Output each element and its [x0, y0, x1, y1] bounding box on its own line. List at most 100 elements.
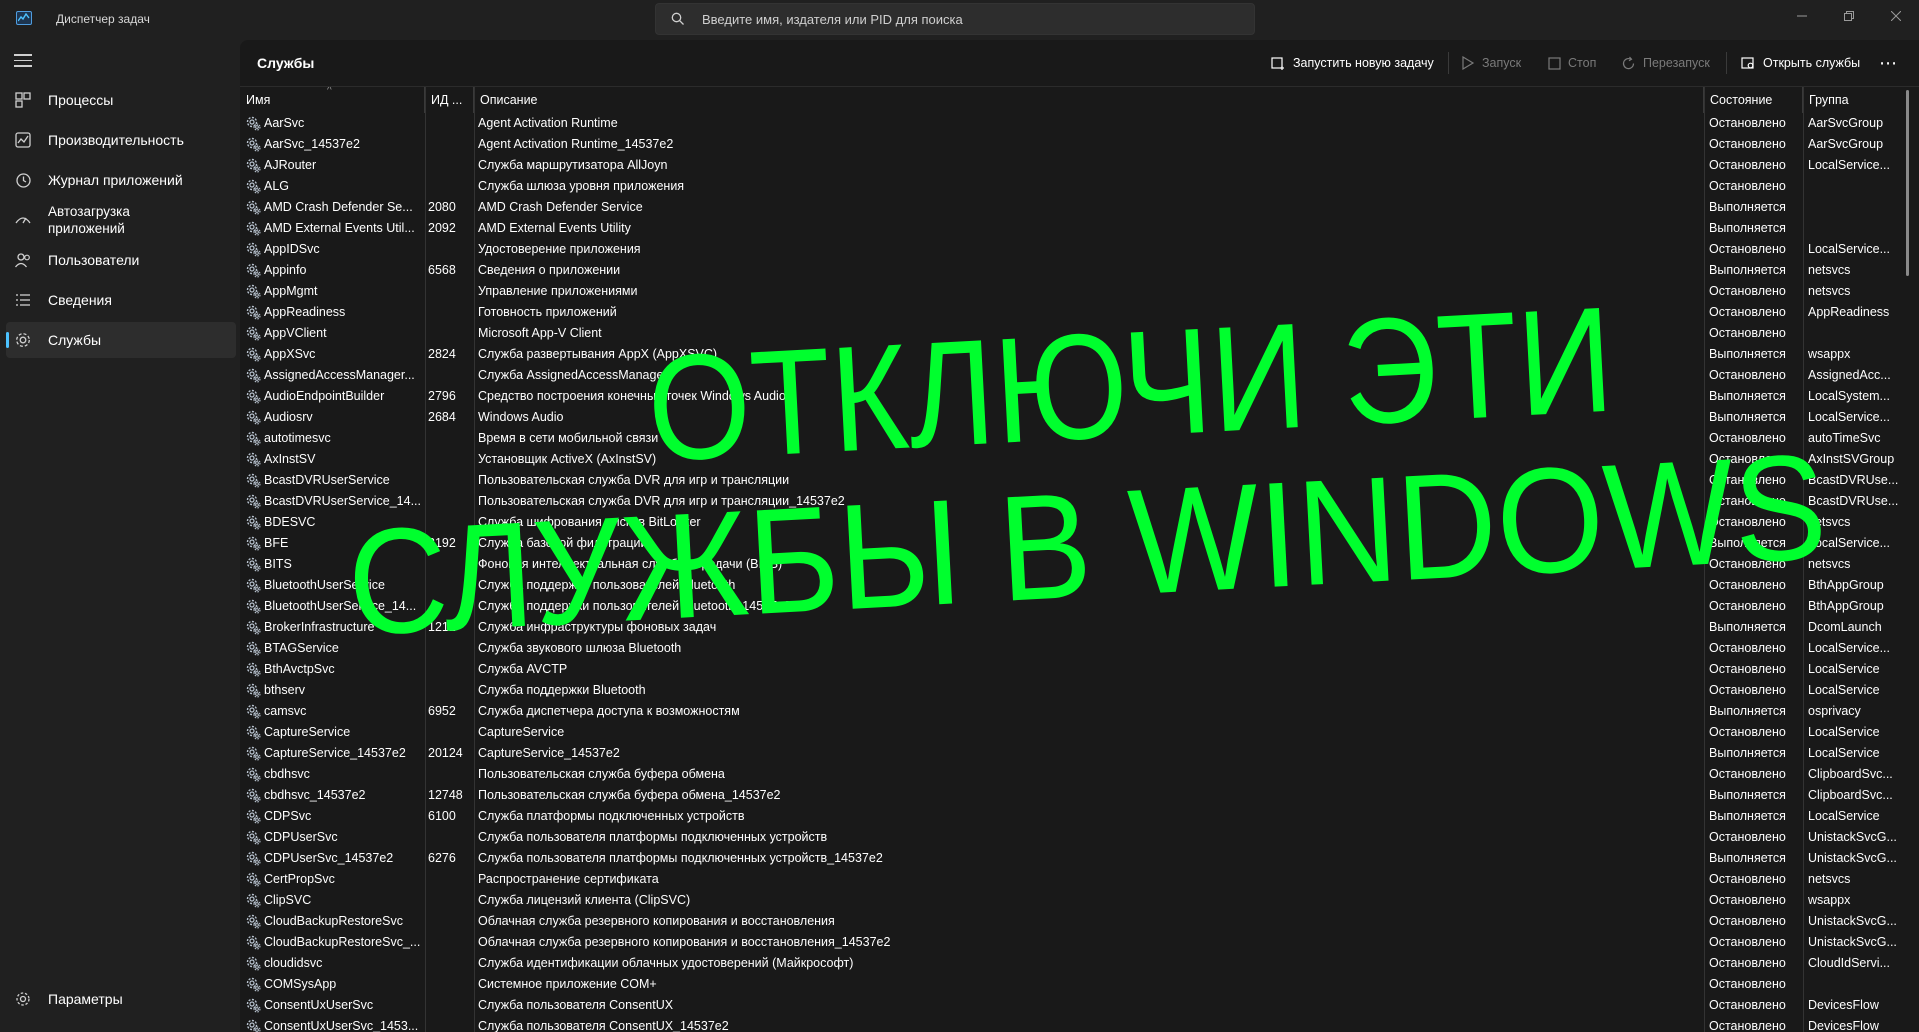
service-description: Распространение сертификата: [478, 872, 659, 886]
table-row[interactable]: BrokerInfrastructure 1212 Служба инфрастру…: [240, 617, 1900, 638]
table-row[interactable]: BcastDVRUserService Пользовательская служ…: [240, 470, 1900, 491]
sidebar-item-processes[interactable]: Процессы: [6, 82, 236, 118]
service-pid: [428, 995, 474, 1016]
search-input[interactable]: [702, 4, 1242, 34]
service-status: Остановлено: [1709, 683, 1786, 697]
service-group: BthAppGroup: [1808, 578, 1884, 592]
table-row[interactable]: bthserv Служба поддержки Bluetooth Останов…: [240, 680, 1900, 701]
column-header-name[interactable]: Имя ^: [240, 87, 425, 113]
table-row[interactable]: AarSvc Agent Activation Runtime Остановлен…: [240, 113, 1900, 134]
table-row[interactable]: BTAGService Служба звукового шлюза Blueto…: [240, 638, 1900, 659]
table-row[interactable]: BthAvctpSvc Служба AVCTP Остановлено LocalS…: [240, 659, 1900, 680]
service-pid: 3192: [428, 536, 456, 550]
table-row[interactable]: ClipSVC Служба лицензий клиента (ClipSVC)…: [240, 890, 1900, 911]
sidebar-item-users[interactable]: Пользователи: [6, 242, 236, 278]
table-row[interactable]: BITS Фоновая интеллектуальная служба пере…: [240, 554, 1900, 575]
table-row[interactable]: AppXSvc 2824 Служба развертывания AppX (Ap…: [240, 344, 1900, 365]
more-options-icon[interactable]: ⋯: [1879, 50, 1897, 76]
stop-icon: [1548, 56, 1561, 70]
table-row[interactable]: Audiosrv 2684 Windows Audio Выполняется Loca…: [240, 407, 1900, 428]
table-row[interactable]: autotimesvc Время в сети мобильной связи О…: [240, 428, 1900, 449]
table-row[interactable]: BcastDVRUserService_14... Пользовательска…: [240, 491, 1900, 512]
table-row[interactable]: AJRouter Служба маршрутизатора AllJoyn Ост…: [240, 155, 1900, 176]
close-icon[interactable]: [1873, 0, 1919, 32]
service-description: AMD Crash Defender Service: [478, 200, 643, 214]
table-row[interactable]: CertPropSvc Распространение сертификата Ос…: [240, 869, 1900, 890]
table-row[interactable]: AMD Crash Defender Se... 2080 AMD Crash De…: [240, 197, 1900, 218]
table-row[interactable]: AppReadiness Готовность приложений Останов…: [240, 302, 1900, 323]
table-row[interactable]: AppVClient Microsoft App-V Client Остановл…: [240, 323, 1900, 344]
hamburger-menu-icon[interactable]: [14, 54, 32, 68]
column-header-status[interactable]: Состояние: [1704, 87, 1803, 113]
table-row[interactable]: ConsentUxUserSvc_1453... Служба пользоват…: [240, 1016, 1900, 1032]
table-row[interactable]: AssignedAccessManager... Служба AssignedA…: [240, 365, 1900, 386]
sidebar-item-app-history[interactable]: Журнал приложений: [6, 162, 236, 198]
service-name: CloudBackupRestoreSvc_...: [264, 935, 421, 949]
service-gear-icon: [246, 200, 261, 215]
service-description: Microsoft App-V Client: [478, 326, 602, 340]
table-row[interactable]: ConsentUxUserSvc Служба пользователя Cons…: [240, 995, 1900, 1016]
table-row[interactable]: AppMgmt Управление приложениями Остановлен…: [240, 281, 1900, 302]
table-row[interactable]: camsvc 6952 Служба диспетчера доступа к во…: [240, 701, 1900, 722]
table-row[interactable]: AMD External Events Util... 2092 AMD Exter…: [240, 218, 1900, 239]
start-label: Запуск: [1482, 56, 1522, 70]
service-gear-icon: [246, 704, 261, 719]
sidebar-item-startup[interactable]: Автозагрузка приложений: [6, 202, 236, 238]
table-row[interactable]: CaptureService CaptureService Остановлено L…: [240, 722, 1900, 743]
start-button[interactable]: Запуск: [1461, 50, 1521, 76]
restore-icon[interactable]: [1826, 0, 1872, 32]
service-description: Установщик ActiveX (AxInstSV): [478, 452, 657, 466]
table-row[interactable]: AudioEndpointBuilder 2796 Средство построе…: [240, 386, 1900, 407]
search-box[interactable]: [655, 3, 1255, 35]
minimize-icon[interactable]: [1779, 0, 1825, 32]
sidebar-item-performance[interactable]: Производительность: [6, 122, 236, 158]
sidebar-item-services[interactable]: Службы: [6, 322, 236, 358]
service-gear-icon: [246, 662, 261, 677]
table-row[interactable]: cloudidsvc Служба идентификации облачных …: [240, 953, 1900, 974]
table-row[interactable]: AarSvc_14537e2 Agent Activation Runtime_1…: [240, 134, 1900, 155]
table-row[interactable]: BDESVC Служба шифрования дисков BitLocker…: [240, 512, 1900, 533]
table-row[interactable]: BluetoothUserService_14... Служба поддерж…: [240, 596, 1900, 617]
table-row[interactable]: AppIDSvc Удостоверение приложения Остановл…: [240, 239, 1900, 260]
column-header-group[interactable]: Группа: [1803, 87, 1900, 113]
sidebar-item-label: Сведения: [48, 292, 112, 308]
stop-button[interactable]: Стоп: [1548, 50, 1596, 76]
service-gear-icon: [246, 368, 261, 383]
service-description: Управление приложениями: [478, 284, 638, 298]
service-group: netsvcs: [1808, 263, 1851, 277]
sidebar-item-details[interactable]: Сведения: [6, 282, 236, 318]
sidebar-item-settings[interactable]: Параметры: [6, 981, 236, 1017]
table-row[interactable]: CloudBackupRestoreSvc Облачная служба рез…: [240, 911, 1900, 932]
table-row[interactable]: CaptureService_14537e2 20124 CaptureServic…: [240, 743, 1900, 764]
table-row[interactable]: BFE 3192 Служба базовой фильтрации Выполняе…: [240, 533, 1900, 554]
service-group: LocalService: [1808, 662, 1880, 676]
table-row[interactable]: COMSysApp Системное приложение COM+ Остано…: [240, 974, 1900, 995]
service-gear-icon: [246, 998, 261, 1013]
service-status: Остановлено: [1709, 977, 1786, 991]
table-row[interactable]: cbdhsvc Пользовательская служба буфера об…: [240, 764, 1900, 785]
table-row[interactable]: cbdhsvc_14537e2 12748 Пользовательская слу…: [240, 785, 1900, 806]
table-row[interactable]: AxInstSV Установщик ActiveX (AxInstSV) Ост…: [240, 449, 1900, 470]
service-description: Служба пользователя ConsentUX: [478, 998, 674, 1012]
performance-icon: [15, 132, 31, 148]
service-pid: [428, 365, 474, 386]
vertical-scrollbar[interactable]: [1906, 90, 1909, 276]
service-group: AssignedAcc...: [1808, 368, 1891, 382]
task-manager-app-icon: [16, 11, 32, 25]
service-gear-icon: [246, 515, 261, 530]
table-row[interactable]: Appinfo 6568 Сведения о приложении Выполняе…: [240, 260, 1900, 281]
table-row[interactable]: ALG Служба шлюза уровня приложения Останов…: [240, 176, 1900, 197]
table-row[interactable]: CloudBackupRestoreSvc_... Облачная служба…: [240, 932, 1900, 953]
column-header-pid[interactable]: ИД ...: [425, 87, 474, 113]
table-row[interactable]: CDPUserSvc Служба пользователя платформы …: [240, 827, 1900, 848]
open-services-button[interactable]: Открыть службы: [1741, 50, 1860, 76]
table-row[interactable]: BluetoothUserService Служба поддержки пол…: [240, 575, 1900, 596]
table-row[interactable]: CDPSvc 6100 Служба платформы подключенных …: [240, 806, 1900, 827]
column-header-description[interactable]: Описание: [474, 87, 1704, 113]
service-pid: 6568: [428, 263, 456, 277]
table-row[interactable]: CDPUserSvc_14537e2 6276 Служба пользовател…: [240, 848, 1900, 869]
service-status: Остановлено: [1709, 452, 1786, 466]
run-new-task-button[interactable]: Запустить новую задачу: [1271, 50, 1434, 76]
service-pid: [428, 680, 474, 701]
restart-button[interactable]: Перезапуск: [1621, 50, 1710, 76]
